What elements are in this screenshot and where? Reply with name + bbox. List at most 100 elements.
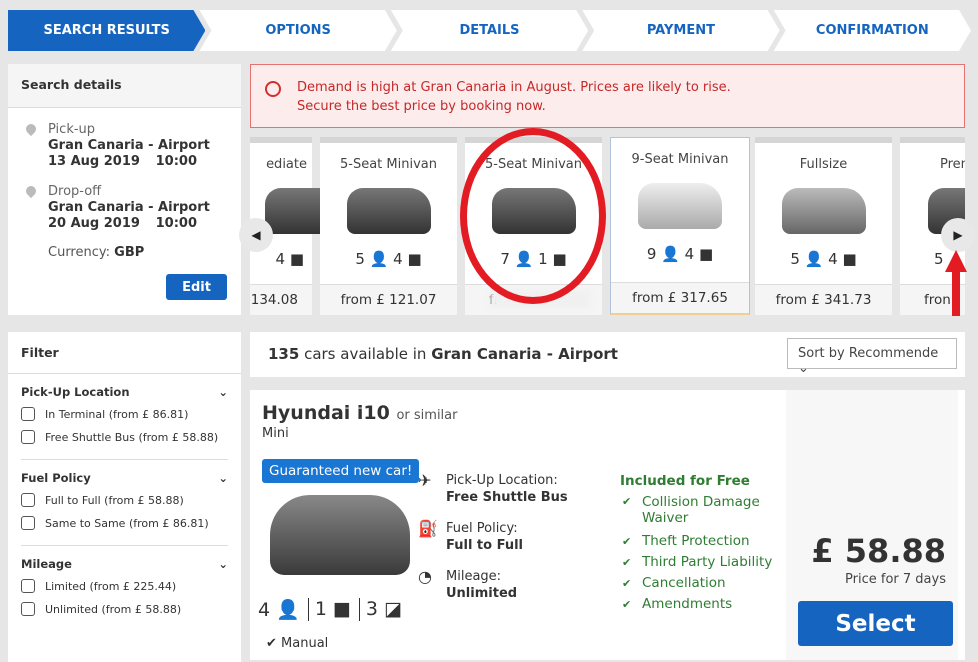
category-features: 4 ■ [275, 250, 304, 268]
map-pin-icon [23, 121, 39, 137]
info-label: Pick-Up Location: [446, 473, 558, 488]
step-confirmation[interactable]: CONFIRMATION [774, 10, 971, 51]
carousel-prev-button[interactable]: ◀ [239, 218, 273, 252]
filter-group-toggle[interactable]: Pick-Up Location ⌄ [21, 385, 228, 399]
filter-group-title: Pick-Up Location [21, 385, 130, 399]
caret-left-icon: ◀ [251, 228, 261, 242]
carousel-next-button[interactable]: ▶ [941, 218, 975, 252]
map-pin-icon [23, 183, 39, 199]
filter-option[interactable]: Free Shuttle Bus (from £ 58.88) [21, 430, 228, 444]
filter-option[interactable]: Limited (from £ 225.44) [21, 579, 228, 593]
filter-group-title: Mileage [21, 557, 72, 571]
included-item: Theft Protection [620, 531, 772, 552]
filter-group-mileage: Mileage ⌄ Limited (from £ 225.44) Unlimit… [21, 546, 228, 631]
results-count: 135 [268, 345, 300, 363]
included-item: Collision Damage Waiver [620, 494, 770, 526]
info-value: Full to Full [446, 538, 523, 553]
included-title: Included for Free [620, 473, 750, 489]
pickup-label: Pick-up [48, 122, 96, 137]
dropoff-date: 20 Aug 2019 [48, 216, 140, 231]
step-payment[interactable]: PAYMENT [582, 10, 779, 51]
category-card-selected[interactable]: 9-Seat Minivan 9 👤 4 ■ from £ 317.65 [610, 137, 750, 315]
chevron-down-icon: ⌄ [218, 471, 228, 485]
pickup-location-info: ✈ Pick-Up Location: Free Shuttle Bus [418, 472, 568, 506]
demand-alert: Demand is high at Gran Canaria in August… [250, 64, 965, 128]
car-image [781, 188, 866, 234]
alert-line2: Secure the best price by booking now. [297, 99, 546, 114]
search-details-panel: Search details Pick-up Gran Canaria - Ai… [8, 64, 241, 315]
pickup-info: Pick-up Gran Canaria - Airport 13 Aug 20… [23, 121, 210, 170]
model-name: Hyundai i10 [262, 402, 390, 424]
dropoff-time: 10:00 [155, 216, 197, 231]
doors-count: 3 [365, 598, 378, 620]
chevron-down-icon: ⌄ [218, 557, 228, 571]
step-search-results[interactable]: SEARCH RESULTS [8, 10, 205, 51]
filter-option[interactable]: Unlimited (from £ 58.88) [21, 602, 228, 616]
info-label: Mileage: [446, 569, 502, 584]
category-features: 5 👤 4 ■ [355, 250, 422, 268]
included-item: Third Party Liability [620, 552, 772, 573]
checkbox[interactable] [21, 407, 35, 421]
included-item: Cancellation [620, 573, 772, 594]
step-options[interactable]: OPTIONS [199, 10, 396, 51]
fuel-pump-icon: ⛽ [418, 519, 438, 538]
car-result: Hyundai i10 or similar Mini Guaranteed n… [250, 390, 965, 660]
caret-right-icon: ▶ [953, 228, 963, 242]
currency-label: Currency: [48, 245, 111, 260]
filter-group-toggle[interactable]: Fuel Policy ⌄ [21, 471, 228, 485]
pickup-date: 13 Aug 2019 [48, 154, 140, 169]
category-card[interactable]: 5-Seat Minivan 5 👤 4 ■ from £ 121.07 [320, 137, 457, 315]
checkbox[interactable] [21, 579, 35, 593]
suitcase-icon: ■ [332, 598, 351, 620]
dropoff-info: Drop-off Gran Canaria - Airport 20 Aug 2… [23, 183, 210, 232]
airplane-icon: ✈ [418, 471, 432, 490]
info-label: Fuel Policy: [446, 521, 518, 536]
red-circle-annotation [460, 128, 606, 304]
doors: 3 ◪ [358, 598, 402, 621]
filter-panel: Filter Pick-Up Location ⌄ In Terminal (fr… [8, 332, 241, 662]
person-icon: 👤 [276, 599, 300, 621]
category-card[interactable]: Fullsize 5 👤 4 ■ from £ 341.73 [755, 137, 892, 315]
filter-option[interactable]: Full to Full (from £ 58.88) [21, 493, 228, 507]
option-label: Free Shuttle Bus (from £ 58.88) [45, 430, 219, 444]
dropoff-label: Drop-off [48, 184, 102, 199]
option-label: Limited (from £ 225.44) [45, 579, 177, 593]
edit-button[interactable]: Edit [166, 274, 227, 300]
or-similar: or similar [396, 408, 458, 423]
checkbox[interactable] [21, 493, 35, 507]
category-title: Pren [940, 157, 965, 172]
checkbox[interactable] [21, 430, 35, 444]
door-icon: ◪ [384, 598, 402, 620]
category-price: from £ 341.73 [755, 284, 892, 315]
info-value: Unlimited [446, 586, 518, 601]
chevron-down-icon: ⌄ [798, 361, 809, 376]
category-features: 5 👤 4 ■ [790, 250, 857, 268]
pickup-time: 10:00 [155, 154, 197, 169]
filter-group-toggle[interactable]: Mileage ⌄ [21, 557, 228, 571]
included-item: Amendments [620, 594, 772, 615]
select-button[interactable]: Select [798, 601, 953, 646]
seats-count: 4 [258, 599, 271, 621]
total-price: £ 58.88 [811, 532, 946, 570]
filter-option[interactable]: Same to Same (from £ 86.81) [21, 516, 228, 530]
alarm-clock-icon [265, 81, 281, 97]
price-note: Price for 7 days [845, 572, 946, 587]
car-image [638, 183, 722, 229]
bags: 1 ■ [307, 598, 351, 621]
bags-count: 1 [314, 598, 327, 620]
red-arrow-annotation [945, 250, 967, 316]
car-model: Hyundai i10 or similar [262, 402, 457, 424]
checkbox[interactable] [21, 516, 35, 530]
step-details[interactable]: DETAILS [391, 10, 588, 51]
currency-value: GBP [114, 245, 145, 260]
category-title: Fullsize [799, 157, 848, 172]
category-carousel: ediate 4 ■ 134.08 5-Seat Minivan 5 👤 4 ■ fro… [250, 137, 965, 315]
category-price: from £ 317.65 [611, 282, 749, 313]
results-text: cars available in [299, 345, 432, 363]
sort-select[interactable]: Sort by Recommende ⌄ [787, 338, 957, 376]
search-details-title: Search details [8, 64, 241, 108]
included-list: Included for Free Collision Damage Waive… [620, 471, 772, 615]
filter-group-title: Fuel Policy [21, 471, 91, 485]
filter-option[interactable]: In Terminal (from £ 86.81) [21, 407, 228, 421]
checkbox[interactable] [21, 602, 35, 616]
